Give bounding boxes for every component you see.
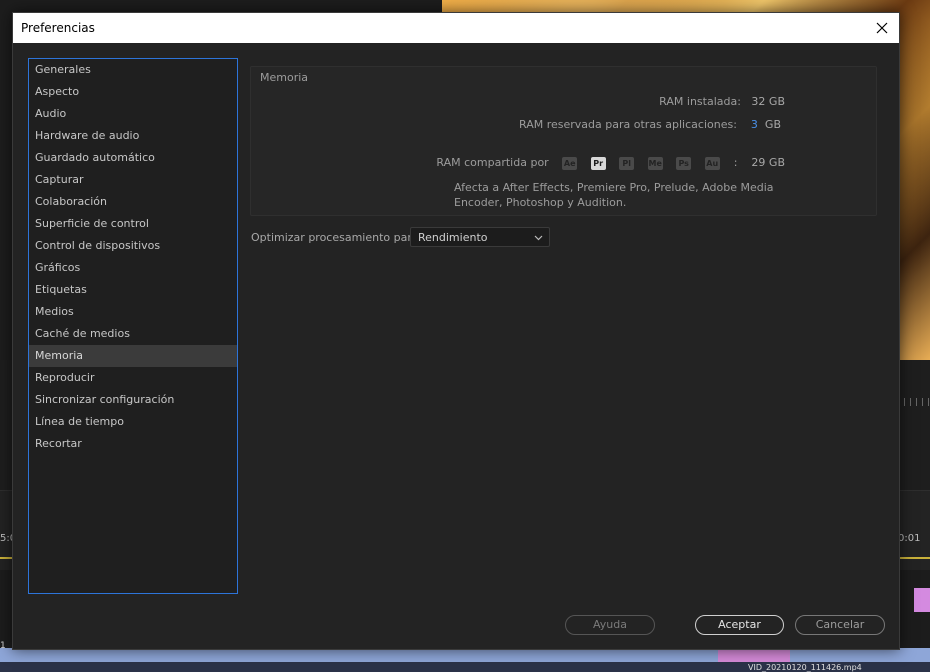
clip-name: VID_20210120_111426.mp4 [748,663,862,672]
sidebar-item-memoria[interactable]: Memoria [29,345,237,367]
ram-shared-separator: : [733,156,738,169]
ram-shared-label: RAM compartida por [436,156,549,169]
preferences-dialog: Preferencias Generales Aspecto Audio Har… [12,12,900,650]
optimize-selected: Rendimiento [418,231,488,244]
preferences-sidebar: Generales Aspecto Audio Hardware de audi… [28,58,238,594]
chevron-down-icon [534,235,543,241]
video-track [0,648,930,662]
close-icon [876,22,888,34]
sidebar-item-generales[interactable]: Generales [29,59,237,81]
sidebar-item-audio[interactable]: Audio [29,103,237,125]
sidebar-item-aspecto[interactable]: Aspecto [29,81,237,103]
ram-installed-value: 32 GB [751,95,785,108]
sidebar-item-reproducir[interactable]: Reproducir [29,367,237,389]
memory-note: Afecta a After Effects, Premiere Pro, Pr… [454,181,774,209]
premiere-pro-icon[interactable]: Pr [590,156,606,170]
help-button[interactable]: Ayuda [565,615,655,635]
dialog-title: Preferencias [21,21,95,35]
ram-reserved-row: RAM reservada para otras aplicaciones: 3… [519,117,781,133]
photoshop-icon[interactable]: Ps [676,156,692,170]
sidebar-item-guardado-automatico[interactable]: Guardado automático [29,147,237,169]
cancel-button[interactable]: Cancelar [795,615,885,635]
audition-icon[interactable]: Au [704,156,720,170]
after-effects-icon[interactable]: Ae [562,156,578,170]
clip-marker [914,588,930,612]
memory-group: Memoria RAM instalada: 32 GB RAM reserva… [250,66,877,216]
optimize-dropdown[interactable]: Rendimiento [410,227,550,247]
sidebar-item-medios[interactable]: Medios [29,301,237,323]
sidebar-item-capturar[interactable]: Capturar [29,169,237,191]
close-button[interactable] [871,17,893,39]
ram-shared-value: 29 GB [751,156,785,169]
sidebar-item-linea-tiempo[interactable]: Línea de tiempo [29,411,237,433]
sidebar-item-graficos[interactable]: Gráficos [29,257,237,279]
sidebar-item-recortar[interactable]: Recortar [29,433,237,455]
sidebar-item-colaboracion[interactable]: Colaboración [29,191,237,213]
sidebar-item-cache-medios[interactable]: Caché de medios [29,323,237,345]
track-number: 1 [0,641,6,651]
ram-reserved-unit: GB [764,118,781,131]
memory-group-label: Memoria [260,71,309,84]
sidebar-item-control-dispositivos[interactable]: Control de dispositivos [29,235,237,257]
optimize-label: Optimizar procesamiento para: [251,231,423,244]
ram-reserved-label: RAM reservada para otras aplicaciones: [519,118,737,131]
sidebar-item-hardware-audio[interactable]: Hardware de audio [29,125,237,147]
title-bar: Preferencias [13,13,899,43]
sidebar-item-sincronizar[interactable]: Sincronizar configuración [29,389,237,411]
sidebar-item-superficie-control[interactable]: Superficie de control [29,213,237,235]
ram-reserved-value[interactable]: 3 [751,118,758,131]
sidebar-item-etiquetas[interactable]: Etiquetas [29,279,237,301]
ok-button[interactable]: Aceptar [695,615,784,635]
ram-installed-row: RAM instalada: 32 GB [659,94,785,110]
ram-shared-row: RAM compartida por Ae Pr Pl Me Ps Au : 2… [436,155,785,171]
timecode-right: 0:01 [898,533,921,544]
media-encoder-icon[interactable]: Me [647,156,663,170]
ram-installed-label: RAM instalada: [659,95,741,108]
prelude-icon[interactable]: Pl [619,156,635,170]
